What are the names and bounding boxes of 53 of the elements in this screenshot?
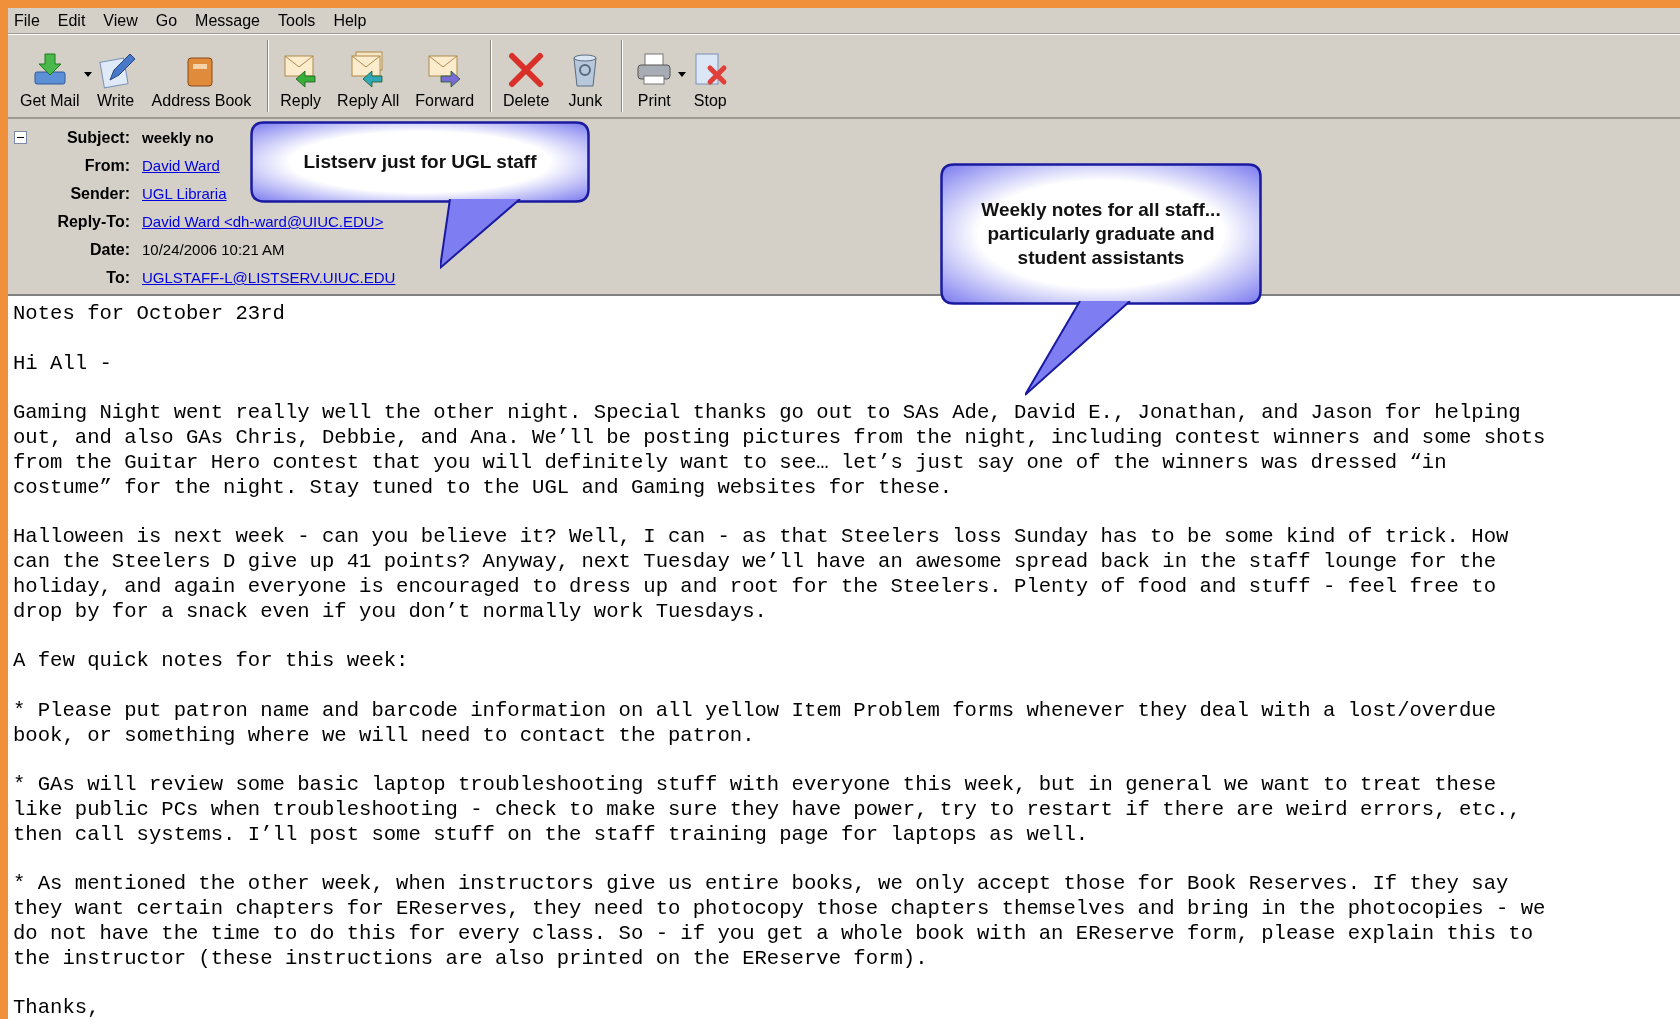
field-link[interactable]: David Ward: [142, 153, 220, 178]
field-label: Date:: [89, 240, 130, 260]
toolbar-button[interactable]: Print: [628, 48, 685, 112]
collapse-icon[interactable]: [14, 131, 27, 144]
field-label: Reply-To:: [56, 212, 130, 232]
message-text-line: * Please put patron name and barcode information on all yellow Item Problem forms whenever they deal with a lost/overdue: [13, 698, 1497, 724]
message-text-line: the instructor (these instructions are also printed on the EReserve form).: [13, 946, 929, 972]
message-text-line: * GAs will review some basic laptop troubleshooting stuff with everyone this week, but in general we want to treat these: [13, 773, 1497, 798]
menu-item[interactable]: Go: [151, 11, 192, 30]
toolbar-button[interactable]: Write: [89, 48, 146, 112]
callout-text: Listserv just for UGL staff: [303, 150, 537, 174]
toolbar-button[interactable]: Delete: [497, 48, 560, 112]
menu-item[interactable]: Edit: [53, 11, 100, 30]
field-label: From:: [83, 156, 130, 176]
toolbar-button[interactable]: Reply All: [331, 48, 410, 112]
menu-item[interactable]: Message: [191, 11, 274, 30]
field-label: Sender:: [69, 184, 130, 204]
field-label: To:: [105, 268, 130, 288]
message-text-line: out, and also GAs Chris, Debbie, and Ana. We’ll be posting pictures from the night, including contest winners and some shots: [13, 426, 1547, 451]
toolbar-button[interactable]: Forward: [409, 48, 485, 112]
field-link[interactable]: UGLSTAFF-L@LISTSERV.UIUC.EDU: [142, 265, 396, 290]
menu-item[interactable]: File: [10, 11, 54, 30]
message-text-line: from the Guitar Hero contest that you will definitely want to see… let’s just say one of the winners was dressed “in: [13, 450, 1448, 476]
message-text-line: Notes for October 23rd: [13, 302, 286, 327]
field-link[interactable]: UGL Libraria: [142, 181, 227, 206]
message-text-line: like public PCs when troubleshooting - check to make sure they have power, try to restart if there are weird errors, etc.,: [13, 797, 1522, 823]
field-value: weekly no: [142, 128, 214, 148]
message-text-line: they want certain chapters for EReserves, they need to photocopy those chapters themselves and bring in the photocopies - we: [13, 897, 1547, 922]
toolbar-button[interactable]: Junk: [559, 48, 616, 112]
message-text-line: holiday, and again everyone is encouraged to dress up and root for the Steelers. Plenty of food and stuff - feel free to: [13, 574, 1497, 600]
message-text-line: Hi All -: [13, 351, 113, 377]
message-text-line: can the Steelers D give up 41 points? Anyway, next Tuesday we’ll have an awesome spread back in the staff lounge for the: [13, 549, 1497, 575]
message-text-line: * As mentioned the other week, when instructors give us entire books, we only accept those for Book Reserves. If they say: [13, 872, 1510, 898]
field-link[interactable]: David Ward <dh-ward@UIUC.EDU>: [142, 209, 384, 234]
message-text-line: book, or something where we will need to contact the patron.: [13, 723, 756, 749]
menu-item[interactable]: Tools: [274, 11, 330, 30]
field-value: 10/24/2006 10:21 AM: [142, 240, 285, 260]
message-text-line: do not have the time to do this for every class. So - if you get a whole book with an EReserve form, please explain this to: [13, 921, 1535, 947]
message-text-line: drop by for a snack even if you don’t normally work Tuesdays.: [13, 599, 768, 625]
message-text-line: then call systems. I’ll post some stuff on the staff training page for laptops as well.: [13, 822, 1090, 848]
message-text-line: Halloween is next week - can you believe it? Well, I can - as that Steelers loss Sunday has to be some kind of trick. How: [13, 525, 1510, 550]
message-text-line: A few quick notes for this week:: [13, 649, 410, 674]
toolbar-button[interactable]: Stop: [684, 48, 741, 112]
toolbar-button[interactable]: Reply: [274, 48, 332, 112]
callout-text: Weekly notes for all staff... particularly graduate and student assistants: [981, 198, 1221, 270]
field-label: Subject:: [65, 128, 130, 148]
message-text-line: Gaming Night went really well the other night. Special thanks go out to SAs Ade, David E., Jonathan, and Jason for helping: [13, 401, 1522, 426]
toolbar-button[interactable]: Address Book: [145, 48, 262, 112]
message-text-line: costume” for the night. Stay tuned to the UGL and Gaming websites for these.: [13, 475, 954, 501]
message-text-line: Thanks,: [13, 996, 101, 1019]
menu-item[interactable]: Help: [329, 11, 381, 30]
toolbar-button[interactable]: Get Mail: [14, 48, 90, 112]
menu-item[interactable]: View: [99, 11, 152, 30]
